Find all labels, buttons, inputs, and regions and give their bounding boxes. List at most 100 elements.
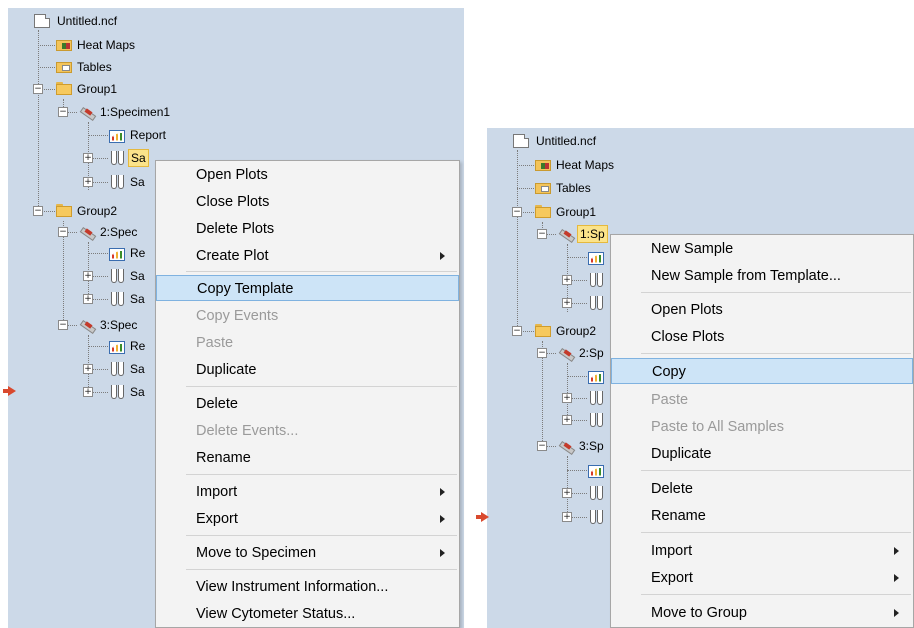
tree-node-label: 1:Sp	[577, 225, 608, 243]
tree-node-label: 2:Spec	[100, 225, 138, 239]
tree-node-report[interactable]: Re	[109, 335, 147, 357]
tree-node-specimen3[interactable]: 3:Spec	[79, 314, 139, 336]
tree-node-sample[interactable]	[588, 409, 607, 431]
menu-item-new-sample[interactable]: New Sample	[611, 236, 913, 262]
tree-node-specimen2[interactable]: 2:Sp	[558, 342, 606, 364]
tree-node-report[interactable]: Report	[109, 124, 168, 146]
submenu-arrow-icon	[440, 252, 445, 260]
tree-node-tables[interactable]: Tables	[56, 56, 114, 78]
tree-node-sample[interactable]: Sa	[109, 171, 147, 193]
collapse-icon[interactable]: −	[33, 206, 43, 216]
menu-item-label: Export	[651, 570, 693, 586]
tree-node-sample[interactable]	[588, 482, 607, 504]
collapse-icon[interactable]: −	[512, 207, 522, 217]
expand-icon[interactable]: +	[83, 387, 93, 397]
tree-node-report[interactable]	[588, 365, 607, 387]
menu-item-copy[interactable]: Copy	[611, 358, 913, 384]
sample-tube-icon	[109, 361, 125, 377]
tree-node-group2[interactable]: Group2	[56, 200, 119, 222]
expand-icon[interactable]: +	[562, 275, 572, 285]
menu-item-delete[interactable]: Delete	[156, 391, 459, 417]
pointer-arrow-icon	[3, 386, 16, 396]
menu-item-import[interactable]: Import	[611, 538, 913, 564]
collapse-icon[interactable]: −	[58, 320, 68, 330]
menu-item-rename[interactable]: Rename	[611, 503, 913, 529]
menu-item-label: Paste	[196, 335, 234, 351]
menu-item-rename[interactable]: Rename	[156, 445, 459, 471]
menu-item-copy-events: Copy Events	[156, 303, 459, 329]
tree-node-sample[interactable]: Sa	[109, 381, 147, 403]
menu-item-create-plot[interactable]: Create Plot	[156, 243, 459, 269]
expand-icon[interactable]: +	[83, 271, 93, 281]
tree-node-root[interactable]: Untitled.ncf	[511, 130, 598, 152]
expand-icon[interactable]: +	[562, 512, 572, 522]
menu-item-delete[interactable]: Delete	[611, 476, 913, 502]
sample-tube-icon	[109, 150, 125, 166]
collapse-icon[interactable]: −	[537, 348, 547, 358]
tree-node-sample[interactable]: Sa	[109, 265, 147, 287]
menu-separator	[186, 271, 457, 272]
expand-icon[interactable]: +	[562, 393, 572, 403]
menu-item-label: New Sample from Template...	[651, 268, 841, 284]
menu-item-copy-template[interactable]: Copy Template	[156, 275, 459, 301]
tree-node-label: 2:Sp	[579, 346, 604, 360]
expand-icon[interactable]: +	[562, 488, 572, 498]
menu-item-duplicate[interactable]: Duplicate	[156, 357, 459, 383]
tree-node-report[interactable]	[588, 246, 607, 268]
menu-item-move-to-group[interactable]: Move to Group	[611, 600, 913, 626]
tree-node-sample-selected[interactable]: Sa	[109, 147, 149, 169]
tree-node-heat-maps[interactable]: Heat Maps	[535, 154, 616, 176]
menu-separator	[641, 292, 911, 293]
collapse-icon[interactable]: −	[58, 227, 68, 237]
collapse-icon[interactable]: −	[512, 326, 522, 336]
tree-node-label: 3:Sp	[579, 439, 604, 453]
menu-item-delete-plots[interactable]: Delete Plots	[156, 216, 459, 242]
menu-item-duplicate[interactable]: Duplicate	[611, 441, 913, 467]
expand-icon[interactable]: +	[83, 177, 93, 187]
tree-node-group1[interactable]: Group1	[535, 201, 598, 223]
expand-icon[interactable]: +	[83, 294, 93, 304]
expand-icon[interactable]: +	[562, 415, 572, 425]
sample-tube-icon	[588, 390, 604, 406]
tree-node-heat-maps[interactable]: Heat Maps	[56, 34, 137, 56]
menu-item-close-plots[interactable]: Close Plots	[611, 324, 913, 350]
tree-node-group2[interactable]: Group2	[535, 320, 598, 342]
tree-node-root[interactable]: Untitled.ncf	[32, 10, 119, 32]
menu-item-open-plots[interactable]: Open Plots	[611, 297, 913, 323]
tree-node-specimen1[interactable]: 1:Specimen1	[79, 101, 172, 123]
menu-item-move-to-specimen[interactable]: Move to Specimen	[156, 540, 459, 566]
menu-item-view-instrument-information[interactable]: View Instrument Information...	[156, 574, 459, 600]
menu-item-new-sample-from-template[interactable]: New Sample from Template...	[611, 263, 913, 289]
tree-node-report[interactable]: Re	[109, 242, 147, 264]
tree-node-specimen2[interactable]: 2:Spec	[79, 221, 139, 243]
menu-item-view-cytometer-status[interactable]: View Cytometer Status...	[156, 601, 459, 627]
menu-item-export[interactable]: Export	[611, 565, 913, 591]
tree-node-label: Sa	[130, 362, 145, 376]
menu-item-open-plots[interactable]: Open Plots	[156, 162, 459, 188]
menu-item-import[interactable]: Import	[156, 479, 459, 505]
tree-node-label: Report	[130, 128, 167, 142]
tree-node-report[interactable]	[588, 459, 607, 481]
tree-node-sample[interactable]: Sa	[109, 288, 147, 310]
tree-node-specimen3[interactable]: 3:Sp	[558, 435, 606, 457]
tree-node-sample[interactable]	[588, 387, 607, 409]
tree-node-label: Sa	[130, 175, 145, 189]
tree-node-label: Re	[130, 339, 146, 353]
collapse-icon[interactable]: −	[58, 107, 68, 117]
menu-item-export[interactable]: Export	[156, 506, 459, 532]
expand-icon[interactable]: +	[83, 364, 93, 374]
collapse-icon[interactable]: −	[537, 229, 547, 239]
expand-icon[interactable]: +	[562, 298, 572, 308]
tree-node-tables[interactable]: Tables	[535, 177, 593, 199]
tree-node-sample[interactable]	[588, 292, 607, 314]
tree-node-sample[interactable]	[588, 269, 607, 291]
expand-icon[interactable]: +	[83, 153, 93, 163]
menu-item-close-plots[interactable]: Close Plots	[156, 189, 459, 215]
tree-node-group1[interactable]: Group1	[56, 78, 119, 100]
tree-node-sample[interactable]	[588, 506, 607, 528]
tree-node-specimen1-selected[interactable]: 1:Sp	[558, 223, 608, 245]
collapse-icon[interactable]: −	[33, 84, 43, 94]
collapse-icon[interactable]: −	[537, 441, 547, 451]
sample-tube-icon	[588, 272, 604, 288]
tree-node-sample[interactable]: Sa	[109, 358, 147, 380]
